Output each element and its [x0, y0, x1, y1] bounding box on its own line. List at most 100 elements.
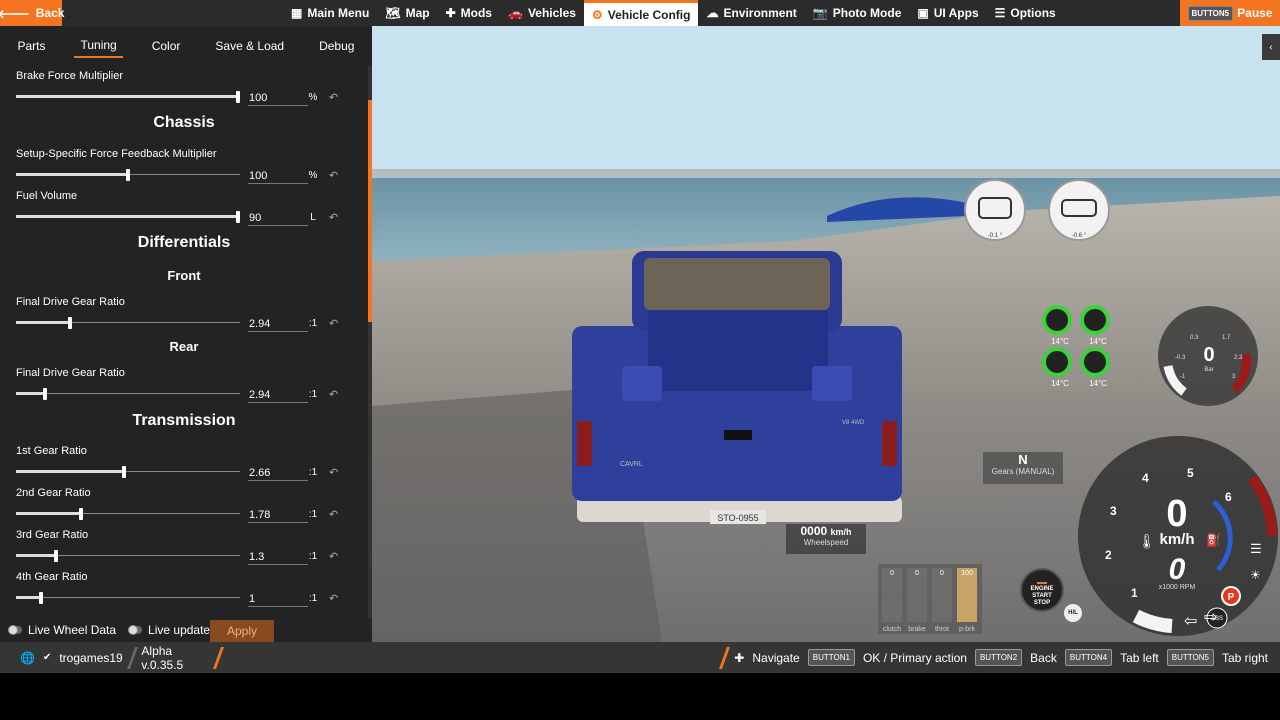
reset-icon[interactable]: ↶ [329, 210, 338, 226]
collapse-apps-button[interactable]: ‹ [1262, 34, 1280, 60]
slider-handle[interactable] [67, 317, 72, 329]
setting-slider[interactable] [16, 90, 240, 104]
setting-value-input[interactable]: 100 [248, 168, 308, 184]
slider-handle[interactable] [121, 466, 126, 478]
vehicle-config-panel: Parts Tuning Color Save & Load Debug Bra… [0, 26, 372, 642]
range-hi-lo-button[interactable]: H/L [1064, 604, 1082, 622]
slider-handle[interactable] [38, 592, 43, 604]
nav-main-menu[interactable]: ▦ Main Menu [283, 0, 377, 26]
nav-vehicles[interactable]: 🚗 Vehicles [500, 0, 584, 26]
reset-icon[interactable]: ↶ [329, 549, 338, 565]
bottom-status-bar: 🌐 ✔ trogames19 Alpha v.0.35.5 ✚ Navigate… [0, 642, 1280, 673]
live-updates-toggle[interactable]: Live updates [128, 623, 216, 637]
setting-slider[interactable] [16, 507, 240, 521]
game-viewport[interactable]: STO-0955 CAVRL V8 4WD -0.1 ° -0.6 ° 14°C… [372, 26, 1280, 642]
back-button[interactable]: 🡐 Back [0, 0, 65, 26]
setting-slider[interactable] [16, 591, 240, 605]
gear-mode: Gears (MANUAL) [991, 467, 1055, 476]
nav-map[interactable]: 🗺 Map [377, 0, 437, 26]
slider-handle[interactable] [235, 211, 240, 223]
nav-photo-mode[interactable]: 📷 Photo Mode [805, 0, 910, 26]
tab-save-load[interactable]: Save & Load [209, 35, 290, 57]
user-info: 🌐 ✔ trogames19 Alpha v.0.35.5 [0, 642, 225, 673]
nav-vehicle-config[interactable]: ⚙ Vehicle Config [583, 0, 699, 26]
boost-tick: -1 [1180, 374, 1186, 380]
tire-temp-fr: 14°C [1089, 337, 1107, 346]
setting-value-input[interactable]: 1.3 [248, 549, 308, 565]
slider-handle[interactable] [78, 508, 83, 520]
rpm-tick: 2 [1105, 548, 1112, 562]
engine-start-stop-button[interactable]: ENGINE START STOP [1020, 568, 1064, 612]
camera-icon: 📷 [812, 6, 828, 20]
slider-track [16, 597, 240, 598]
setting-label: Setup-Specific Force Feedback Multiplier [16, 148, 217, 160]
live-wheel-data-toggle[interactable]: Live Wheel Data [8, 623, 116, 637]
pause-key-badge: BUTTON5 [1187, 5, 1234, 21]
reset-icon[interactable]: ↶ [329, 507, 338, 523]
boost-tick: 2.3 [1234, 355, 1243, 361]
pitch-angle: -0.6 ° [1072, 233, 1087, 239]
setting-unit: :1 [308, 318, 318, 329]
tab-color[interactable]: Color [146, 35, 187, 57]
slider-handle[interactable] [54, 550, 59, 562]
setting-value-input[interactable]: 1.78 [248, 507, 308, 523]
slider-fill [16, 321, 70, 324]
nav-options[interactable]: ☰ Options [987, 0, 1064, 26]
nav-ui-apps[interactable]: ▣ UI Apps [909, 0, 986, 26]
reset-icon[interactable]: ↶ [329, 168, 338, 184]
wheelspeed-unit: km/h [830, 527, 852, 537]
reset-icon[interactable]: ↶ [329, 90, 338, 106]
setting-value-input[interactable]: 2.66 [248, 465, 308, 481]
slider-handle[interactable] [126, 169, 130, 181]
setting-slider[interactable] [16, 210, 240, 224]
pedal-throttle: 0 throt [932, 568, 952, 633]
hint-navigate: Navigate [752, 650, 800, 665]
rpm-tick: 6 [1225, 490, 1232, 504]
setting-label: 4th Gear Ratio [16, 571, 88, 583]
pause-button[interactable]: BUTTON5 Pause [1180, 0, 1280, 26]
back-label: Back [35, 6, 65, 20]
slider-handle[interactable] [43, 388, 48, 400]
game-screen: 🡐 Back ▦ Main Menu 🗺 Map ✚ Mods 🚗 Vehicles ⚙… [0, 0, 1280, 720]
setting-unit: :1 [308, 509, 318, 520]
tire-temp-rr: 14°C [1089, 379, 1107, 388]
dpad-icon: ✚ [734, 650, 745, 665]
slider-handle[interactable] [235, 91, 240, 103]
reset-icon[interactable]: ↶ [329, 591, 338, 607]
slider-fill [16, 173, 128, 176]
boost-tick: 1.7 [1222, 335, 1231, 341]
tab-tuning[interactable]: Tuning [74, 34, 123, 58]
setting-slider[interactable] [16, 168, 240, 182]
tuning-list[interactable]: Brake Force Multiplier 100% ↶ Chassis Setu… [0, 66, 368, 618]
setting-unit: :1 [308, 551, 318, 562]
nav-environment[interactable]: ☁ Environment [698, 0, 804, 26]
setting-label: Fuel Volume [16, 190, 78, 202]
setting-slider[interactable] [16, 316, 240, 330]
setting-slider[interactable] [16, 387, 240, 401]
reset-icon[interactable]: ↶ [329, 387, 338, 403]
reset-icon[interactable]: ↶ [329, 465, 338, 481]
boost-tick: 0.3 [1190, 335, 1199, 341]
setting-slider[interactable] [16, 465, 240, 479]
setting-value-input[interactable]: 100 [248, 90, 308, 106]
setting-unit: :1 [308, 593, 318, 604]
tab-debug[interactable]: Debug [313, 35, 360, 57]
tab-parts[interactable]: Parts [11, 35, 51, 57]
setting-slider[interactable] [16, 549, 240, 563]
setting-value-input[interactable]: 2.94 [248, 387, 308, 403]
slider-fill [16, 215, 238, 218]
pedals-widget: 0 clutch 0 brake 0 throt 100 p-brk [878, 564, 982, 634]
setting-label: Final Drive Gear Ratio [16, 367, 125, 379]
rpm-tick: 5 [1187, 466, 1194, 480]
sky [372, 26, 1280, 171]
setting-value-input[interactable]: 2.94 [248, 316, 308, 332]
hint-tab-right: Tab right [1221, 650, 1268, 665]
apply-button[interactable]: Apply [210, 620, 274, 642]
nav-mods[interactable]: ✚ Mods [438, 0, 500, 26]
reset-icon[interactable]: ↶ [329, 316, 338, 332]
setting-value-input[interactable]: 1 [248, 591, 308, 607]
setting-value-input[interactable]: 90 [248, 210, 308, 226]
boost-unit: Bar [1204, 367, 1213, 373]
map-icon: 🗺 [385, 6, 401, 20]
divider [126, 646, 138, 669]
